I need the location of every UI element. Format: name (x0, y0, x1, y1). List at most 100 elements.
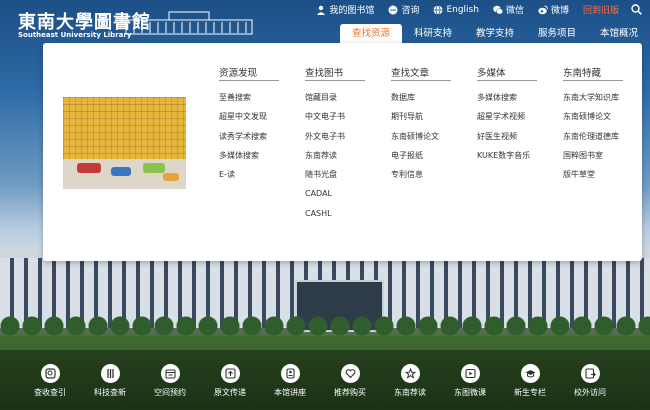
calendar-icon (164, 369, 176, 379)
dock-citation-search[interactable]: 查收查引 (20, 360, 80, 410)
menu-column-find-books: 查找图书 馆藏目录 中文电子书 外文电子书 东南荐读 随书光盘 CADAL CA… (305, 65, 375, 223)
english-link[interactable]: English (433, 5, 479, 15)
dock-icon-circle (400, 364, 420, 383)
menu-link[interactable]: 东南荐读 (305, 146, 375, 165)
dock-icon-circle (40, 364, 60, 383)
dock-icon-circle (220, 364, 240, 383)
menu-link[interactable]: E-读 (219, 165, 289, 184)
reading-room-photo (63, 97, 186, 189)
menu-link[interactable]: 至善搜索 (219, 88, 289, 107)
old-version-link[interactable]: 回到旧版 (583, 3, 619, 16)
old-version-label: 回到旧版 (582, 6, 619, 16)
dock-icon-circle (340, 364, 360, 383)
weibo-link[interactable]: 微博 (538, 3, 569, 16)
menu-column-resource-discovery: 资源发现 至善搜索 超星中文发现 读秀学术搜索 多媒体搜索 E-读 (219, 65, 289, 184)
wechat-label: 微信 (505, 6, 524, 16)
main-nav: 查找资源 科研支持 教学支持 服务项目 本馆概况 (340, 24, 650, 44)
nav-services[interactable]: 服务项目 (526, 24, 588, 44)
search-doc-icon (44, 368, 56, 379)
dock-label: 科技查新 (94, 388, 126, 397)
menu-link[interactable]: 东南硕博论文 (391, 127, 461, 146)
dock-novelty-search[interactable]: 科技查新 (80, 360, 140, 410)
nav-about-library[interactable]: 本馆概况 (588, 24, 650, 44)
menu-column-title: 东南特藏 (563, 65, 623, 81)
sofa (111, 167, 131, 176)
nav-research-support[interactable]: 科研支持 (402, 24, 464, 44)
dock-label: 校外访问 (574, 388, 606, 397)
menu-column-title: 多媒体 (477, 65, 537, 81)
play-icon (464, 368, 476, 379)
heart-icon (345, 369, 355, 379)
dock-label: 新生专栏 (514, 388, 546, 397)
dock-label: 查收查引 (34, 388, 66, 397)
menu-link[interactable]: 版牛草堂 (563, 165, 633, 184)
dock-space-booking[interactable]: 空间预约 (140, 360, 200, 410)
lecture-icon (285, 368, 295, 379)
menu-column-title: 资源发现 (219, 65, 279, 81)
dock-icon-circle (580, 364, 600, 383)
tools-icon (106, 369, 114, 378)
wechat-link[interactable]: 微信 (493, 3, 524, 16)
dock-icon-circle (160, 364, 180, 383)
dock-library-lectures[interactable]: 本馆讲座 (260, 360, 320, 410)
top-utility-links: 我的图书馆 咨询 English 微信 微博 回到旧版 (302, 3, 642, 16)
menu-link[interactable]: 超星学术视频 (477, 107, 547, 126)
dock-label: 原文传递 (214, 388, 246, 397)
menu-column-multimedia: 多媒体 多媒体搜索 超星学术视频 好医生视频 KUKE数字音乐 (477, 65, 547, 165)
trees-row (0, 312, 650, 336)
menu-link[interactable]: 东南硕博论文 (563, 107, 633, 126)
menu-column-title: 查找图书 (305, 65, 365, 81)
menu-link[interactable]: 好医生视频 (477, 127, 547, 146)
menu-link[interactable]: CASHL (305, 204, 375, 223)
menu-link[interactable]: 中文电子书 (305, 107, 375, 126)
dock-southeast-reading[interactable]: 东南荐读 (380, 360, 440, 410)
dock-icon-circle (460, 364, 480, 383)
dock-icon-circle (520, 364, 540, 383)
menu-link[interactable]: 期刊导航 (391, 107, 461, 126)
graduation-cap-icon (525, 370, 535, 378)
english-label: English (446, 4, 479, 15)
menu-link[interactable]: 馆藏目录 (305, 88, 375, 107)
menu-link[interactable]: CADAL (305, 184, 375, 203)
menu-link[interactable]: 外文电子书 (305, 127, 375, 146)
menu-link[interactable]: 东南伦理道德库 (563, 127, 633, 146)
dock-label: 本馆讲座 (274, 388, 306, 397)
menu-link[interactable]: 读秀学术搜索 (219, 127, 289, 146)
menu-link[interactable]: 数据库 (391, 88, 461, 107)
menu-link[interactable]: 电子报纸 (391, 146, 461, 165)
upload-icon (224, 368, 236, 379)
menu-link[interactable]: 多媒体搜索 (477, 88, 547, 107)
dock-label: 推荐购买 (334, 388, 366, 397)
consult-link[interactable]: 咨询 (388, 3, 419, 16)
consult-label: 咨询 (401, 6, 420, 16)
search-icon[interactable] (631, 4, 642, 15)
star-icon (404, 368, 416, 379)
weibo-icon (538, 5, 548, 14)
dock-purchase-recommendation[interactable]: 推荐购买 (320, 360, 380, 410)
my-library-link[interactable]: 我的图书馆 (316, 3, 374, 16)
dock-icon-circle (280, 364, 300, 383)
sofa (163, 173, 179, 181)
chat-icon (388, 5, 398, 14)
find-resources-dropdown: 资源发现 至善搜索 超星中文发现 读秀学术搜索 多媒体搜索 E-读 查找图书 馆… (43, 43, 642, 261)
dock-freshman-column[interactable]: 新生专栏 (500, 360, 560, 410)
menu-column-find-articles: 查找文章 数据库 期刊导航 东南硕博论文 电子报纸 专利信息 (391, 65, 461, 184)
menu-link[interactable]: 超星中文发现 (219, 107, 289, 126)
menu-link[interactable]: 东南大学知识库 (563, 88, 633, 107)
menu-link[interactable]: 国粹图书室 (563, 146, 633, 165)
dock-off-campus-access[interactable]: 校外访问 (560, 360, 620, 410)
nav-find-resources[interactable]: 查找资源 (340, 24, 402, 44)
menu-link[interactable]: 多媒体搜索 (219, 146, 289, 165)
menu-column-special-collections: 东南特藏 东南大学知识库 东南硕博论文 东南伦理道德库 国粹图书室 版牛草堂 (563, 65, 633, 184)
menu-column-title: 查找文章 (391, 65, 451, 81)
dock-document-delivery[interactable]: 原文传递 (200, 360, 260, 410)
menu-link[interactable]: 随书光盘 (305, 165, 375, 184)
library-building-emblem (125, 11, 253, 35)
dock-micro-lessons[interactable]: 东图微课 (440, 360, 500, 410)
menu-link[interactable]: KUKE数字音乐 (477, 146, 547, 165)
menu-link[interactable]: 专利信息 (391, 165, 461, 184)
weibo-label: 微博 (550, 6, 569, 16)
nav-teaching-support[interactable]: 教学支持 (464, 24, 526, 44)
globe-icon (433, 4, 443, 15)
quick-service-dock: 查收查引 科技查新 空间预约 原文传递 本馆讲座 推荐购买 东南荐读 东图微课 … (0, 360, 650, 410)
